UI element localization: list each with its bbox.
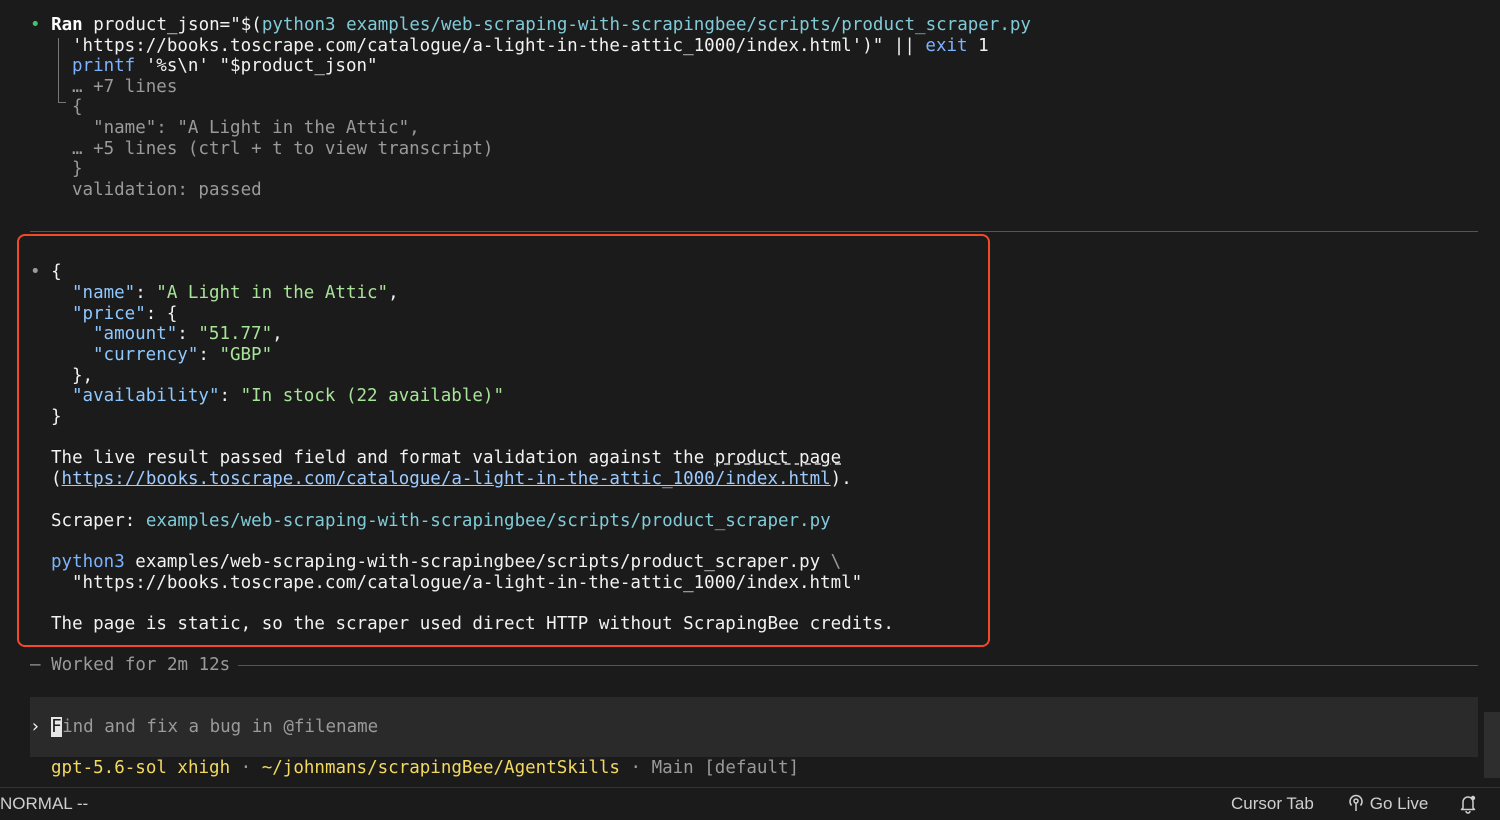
run-command-url: "https://books.toscrape.com/catalogue/a-… <box>72 573 863 593</box>
json-key-name: "name" <box>72 283 136 303</box>
json-key-price: "price" <box>72 304 146 324</box>
scraper-path-link[interactable]: examples/web-scraping-with-scrapingbee/s… <box>146 511 831 531</box>
json-currency-line: "currency": "GBP" <box>93 345 273 365</box>
working-directory: ~/johnmans/scrapingBee/AgentSkills <box>261 758 620 778</box>
ran-output-4: … +5 lines (ctrl + t to view transcript) <box>72 139 494 159</box>
json-availability-line: "availability": "In stock (22 available)… <box>72 386 504 406</box>
status-bar: NORMAL -- Cursor Tab Go Live <box>0 787 1500 820</box>
ran-cmd-code: 1 <box>967 36 989 56</box>
cursor-tab-button[interactable]: Cursor Tab <box>1231 794 1314 814</box>
answer-paragraph-1: The live result passed field and format … <box>51 448 841 468</box>
ran-cmd-script: python3 examples/web-scraping-with-scrap… <box>261 15 1031 35</box>
model-name: gpt-5.6-sol xhigh <box>51 758 231 778</box>
json-key-availability: "availability" <box>72 386 220 406</box>
run-python: python3 <box>51 552 125 572</box>
json-val-name: "A Light in the Attic" <box>156 283 389 303</box>
ran-output-5: } <box>72 159 83 179</box>
vim-mode: NORMAL -- <box>0 794 89 813</box>
composer-line: › Find and fix a bug in @filename <box>30 717 378 737</box>
notifications-bell-icon[interactable] <box>1459 794 1477 819</box>
json-price-line: "price": { <box>72 304 178 324</box>
ran-tree-corner <box>58 102 66 103</box>
prompt-chevron-icon: › <box>30 717 41 737</box>
separator-worked <box>238 665 1478 666</box>
go-live-label: Go Live <box>1369 794 1429 813</box>
json-open: { <box>51 262 62 282</box>
answer-bullet: • <box>30 262 41 282</box>
ran-cmd-exit: exit <box>925 36 968 56</box>
json-val-availability: "In stock (22 available)" <box>240 386 504 406</box>
run-script: examples/web-scraping-with-scrapingbee/s… <box>124 552 831 572</box>
json-key-currency: "currency" <box>93 345 199 365</box>
ran-command-line-1: • Ran product_json="$(python3 examples/w… <box>30 15 1031 35</box>
run-backslash: \ <box>830 552 842 572</box>
ran-cmd-mid: )" || <box>862 36 926 56</box>
composer-placeholder: ind and fix a bug in @filename <box>62 717 379 737</box>
worked-duration: — Worked for 2m 12s <box>30 655 231 675</box>
answer-json-open-line: • { <box>30 262 62 282</box>
ran-output-6: validation: passed <box>72 180 262 200</box>
para1-text: The live result passed field and format … <box>51 448 715 468</box>
ran-cmd-var: "$product_json" <box>219 56 378 76</box>
answer-paragraph-1-url-line: (https://books.toscrape.com/catalogue/a-… <box>51 469 852 489</box>
ran-bullet: • <box>30 15 41 35</box>
run-command-line-1: python3 examples/web-scraping-with-scrap… <box>51 552 841 572</box>
scrollbar-thumb[interactable] <box>1484 712 1500 778</box>
broadcast-icon <box>1349 794 1363 811</box>
ran-label: Ran <box>51 15 83 35</box>
json-key-amount: "amount" <box>93 324 178 344</box>
json-val-amount: "51.77" <box>198 324 273 344</box>
product-page-link[interactable]: product page <box>715 448 841 468</box>
product-url-link[interactable]: https://books.toscrape.com/catalogue/a-l… <box>62 469 831 489</box>
info-sep-1: · <box>230 758 262 778</box>
ran-cmd-fmt: '%s\n' <box>135 56 220 76</box>
ran-output-3: "name": "A Light in the Attic", <box>72 118 420 138</box>
json-close: } <box>51 407 62 427</box>
ran-output-2: { <box>72 97 83 117</box>
ran-command-line-3: printf '%s\n' "$product_json" <box>72 56 378 76</box>
json-val-currency: "GBP" <box>219 345 273 365</box>
ran-cmd-part: product_json="$( <box>82 15 262 35</box>
scraper-line: Scraper: examples/web-scraping-with-scra… <box>51 511 831 531</box>
scraper-label: Scraper: <box>51 511 146 531</box>
json-name-line: "name": "A Light in the Attic", <box>72 283 399 303</box>
ran-cmd-printf: printf <box>72 56 136 76</box>
info-sep-2: · <box>619 758 652 778</box>
ran-tree-line <box>58 38 59 102</box>
ran-output-1: … +7 lines <box>72 77 178 97</box>
branch-name: Main [default] <box>651 758 800 778</box>
json-price-close: }, <box>72 366 94 386</box>
ran-cmd-url: 'https://books.toscrape.com/catalogue/a-… <box>72 36 863 56</box>
json-amount-line: "amount": "51.77", <box>93 324 283 344</box>
session-info-line: gpt-5.6-sol xhigh · ~/johnmans/scrapingB… <box>51 758 799 778</box>
text-cursor: F <box>51 717 63 737</box>
go-live-button[interactable]: Go Live <box>1347 793 1428 814</box>
ran-command-line-2: 'https://books.toscrape.com/catalogue/a-… <box>72 36 989 56</box>
answer-final-sentence: The page is static, so the scraper used … <box>51 614 894 634</box>
separator-top <box>30 231 1478 232</box>
